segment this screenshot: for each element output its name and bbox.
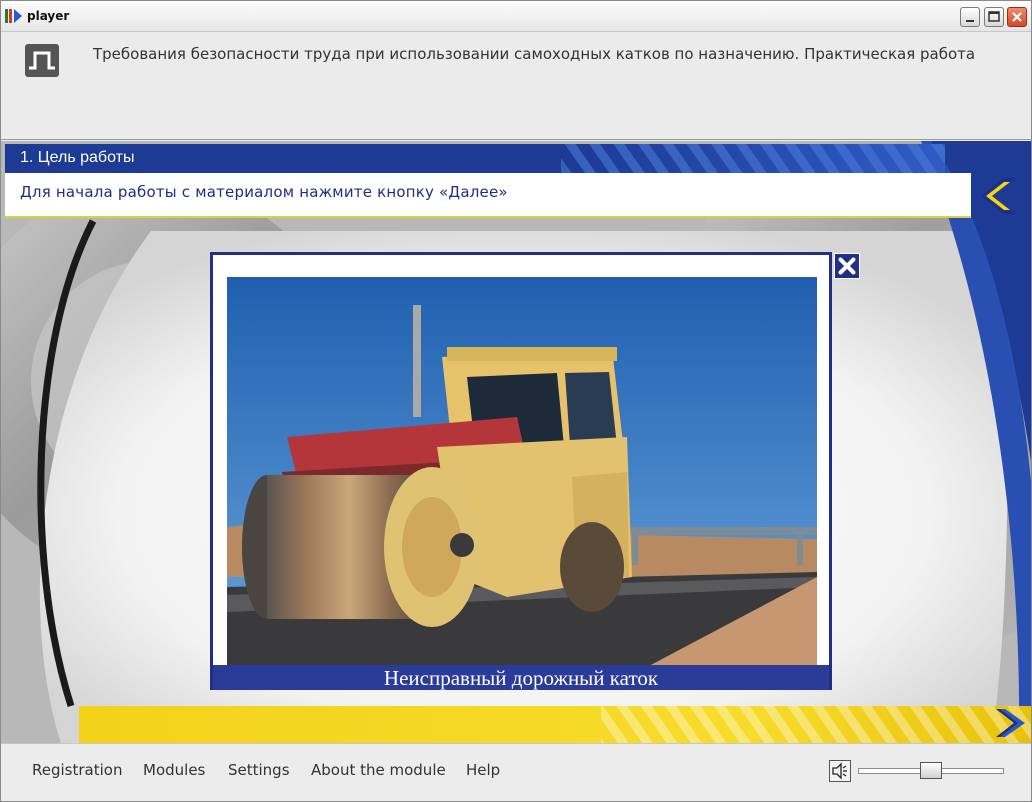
road-roller-photo — [227, 277, 817, 667]
player-window: player Требования безопасности труда при… — [0, 0, 1032, 802]
close-window-button[interactable] — [1007, 7, 1027, 27]
content-stage: 1. Цель работы Для начала работы с матер… — [1, 141, 1031, 743]
section-title: 1. Цель работы — [20, 149, 135, 166]
window-title: player — [27, 9, 70, 23]
nav-registration[interactable]: Registration — [32, 761, 122, 779]
course-header: Требования безопасности труда при исполь… — [1, 32, 1031, 140]
maximize-button[interactable] — [984, 7, 1004, 27]
chevron-left-icon[interactable] — [975, 174, 1019, 218]
section-header-bar — [5, 144, 945, 172]
photo-caption: Неисправный дорожный каток — [383, 666, 659, 690]
instruction-text: Для начала работы с материалом нажмите к… — [20, 183, 508, 201]
volume-slider-thumb[interactable] — [920, 762, 942, 779]
nav-settings[interactable]: Settings — [228, 761, 290, 779]
title-bar[interactable]: player — [1, 1, 1031, 32]
image-popup: Неисправный дорожный каток — [210, 252, 832, 690]
course-title: Требования безопасности труда при исполь… — [93, 45, 976, 63]
nav-modules[interactable]: Modules — [143, 761, 205, 779]
nav-help[interactable]: Help — [466, 761, 500, 779]
app-icon — [5, 9, 22, 23]
footer-bar: Registration Modules Settings About the … — [1, 743, 1031, 801]
nav-about-the-module[interactable]: About the module — [311, 761, 446, 779]
chevron-right-icon[interactable] — [995, 707, 1029, 739]
pi-logo-icon — [25, 44, 59, 77]
speaker-icon[interactable] — [829, 760, 851, 782]
close-x-icon[interactable] — [834, 253, 860, 279]
minimize-button[interactable] — [960, 7, 980, 27]
caption-band: Неисправный дорожный каток — [213, 665, 829, 690]
